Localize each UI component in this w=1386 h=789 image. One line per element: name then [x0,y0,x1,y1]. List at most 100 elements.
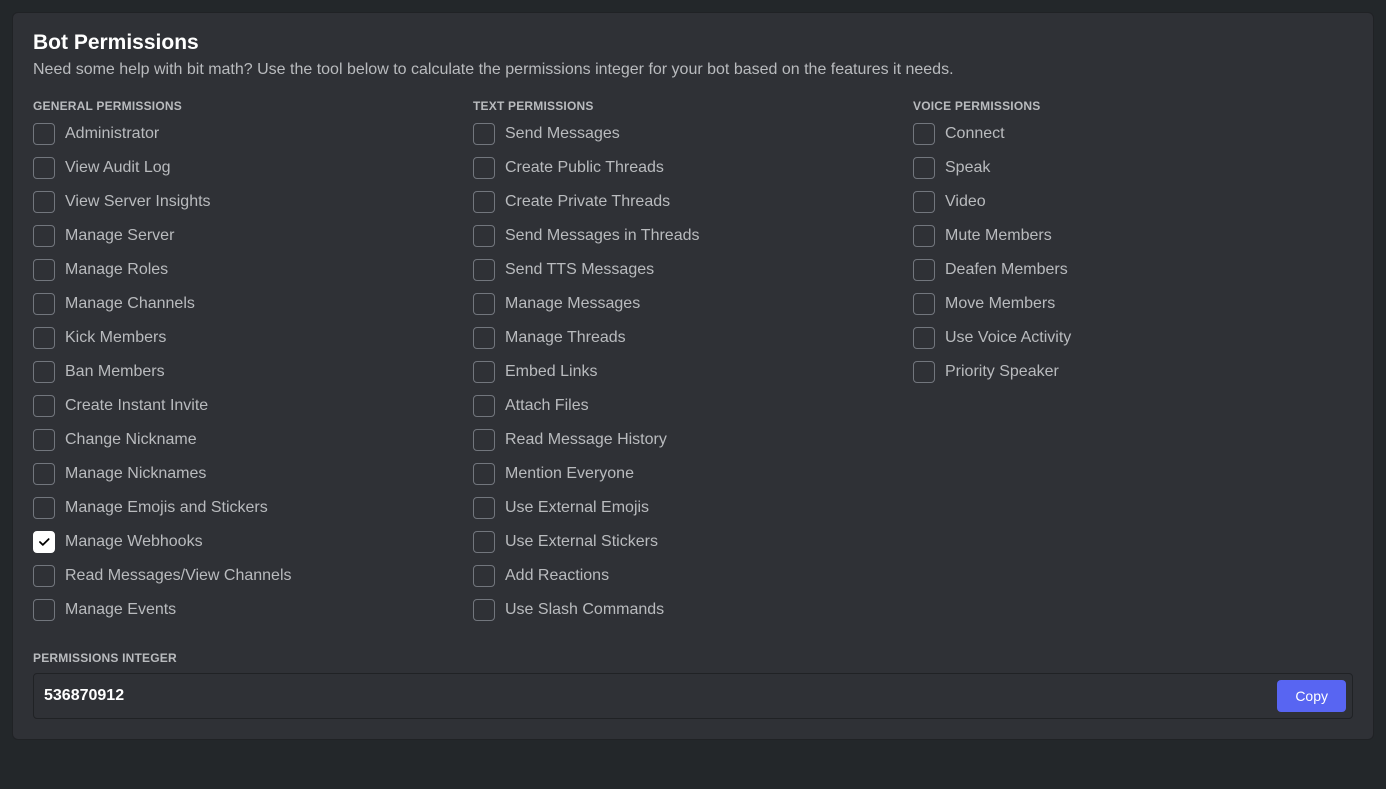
permission-option-deafen-members[interactable]: Deafen Members [913,259,1353,281]
checkbox-use-slash-commands[interactable] [473,599,495,621]
permission-option-attach-files[interactable]: Attach Files [473,395,913,417]
permission-option-embed-links[interactable]: Embed Links [473,361,913,383]
permission-label: Create Instant Invite [65,397,208,415]
permission-option-kick-members[interactable]: Kick Members [33,327,473,349]
permission-option-create-private-threads[interactable]: Create Private Threads [473,191,913,213]
checkbox-deafen-members[interactable] [913,259,935,281]
copy-button[interactable]: Copy [1277,680,1346,712]
checkbox-speak[interactable] [913,157,935,179]
checkbox-create-instant-invite[interactable] [33,395,55,417]
checkbox-kick-members[interactable] [33,327,55,349]
checkbox-send-messages-in-threads[interactable] [473,225,495,247]
permission-label: Manage Emojis and Stickers [65,499,268,517]
permission-option-view-audit-log[interactable]: View Audit Log [33,157,473,179]
checkbox-priority-speaker[interactable] [913,361,935,383]
permission-option-video[interactable]: Video [913,191,1353,213]
permission-label: Manage Threads [505,329,626,347]
checkbox-attach-files[interactable] [473,395,495,417]
permission-option-use-external-emojis[interactable]: Use External Emojis [473,497,913,519]
permission-label: Create Public Threads [505,159,664,177]
permission-option-create-instant-invite[interactable]: Create Instant Invite [33,395,473,417]
permission-option-read-messages-view-channels[interactable]: Read Messages/View Channels [33,565,473,587]
permission-option-use-external-stickers[interactable]: Use External Stickers [473,531,913,553]
checkbox-mute-members[interactable] [913,225,935,247]
checkbox-manage-webhooks[interactable] [33,531,55,553]
permission-label: Administrator [65,125,159,143]
permission-label: Manage Messages [505,295,640,313]
checkbox-move-members[interactable] [913,293,935,315]
permission-option-administrator[interactable]: Administrator [33,123,473,145]
permission-option-read-message-history[interactable]: Read Message History [473,429,913,451]
checkbox-manage-threads[interactable] [473,327,495,349]
checkbox-manage-events[interactable] [33,599,55,621]
permission-label: Ban Members [65,363,165,381]
permission-option-manage-events[interactable]: Manage Events [33,599,473,621]
checkbox-manage-emojis-and-stickers[interactable] [33,497,55,519]
permission-option-mute-members[interactable]: Mute Members [913,225,1353,247]
permission-option-use-voice-activity[interactable]: Use Voice Activity [913,327,1353,349]
checkbox-change-nickname[interactable] [33,429,55,451]
permission-label: Speak [945,159,990,177]
permission-option-manage-channels[interactable]: Manage Channels [33,293,473,315]
permission-option-manage-webhooks[interactable]: Manage Webhooks [33,531,473,553]
checkbox-use-voice-activity[interactable] [913,327,935,349]
permission-option-add-reactions[interactable]: Add Reactions [473,565,913,587]
permission-option-send-messages-in-threads[interactable]: Send Messages in Threads [473,225,913,247]
permission-option-manage-emojis-and-stickers[interactable]: Manage Emojis and Stickers [33,497,473,519]
permission-option-manage-server[interactable]: Manage Server [33,225,473,247]
permission-option-manage-threads[interactable]: Manage Threads [473,327,913,349]
checkbox-create-public-threads[interactable] [473,157,495,179]
checkbox-use-external-stickers[interactable] [473,531,495,553]
permission-option-use-slash-commands[interactable]: Use Slash Commands [473,599,913,621]
checkbox-ban-members[interactable] [33,361,55,383]
permission-option-ban-members[interactable]: Ban Members [33,361,473,383]
permission-option-change-nickname[interactable]: Change Nickname [33,429,473,451]
checkbox-manage-nicknames[interactable] [33,463,55,485]
permission-option-move-members[interactable]: Move Members [913,293,1353,315]
checkbox-administrator[interactable] [33,123,55,145]
checkbox-read-message-history[interactable] [473,429,495,451]
permission-option-send-tts-messages[interactable]: Send TTS Messages [473,259,913,281]
checkbox-connect[interactable] [913,123,935,145]
text-permissions-column: TEXT PERMISSIONS Send MessagesCreate Pub… [473,99,913,633]
check-icon [37,535,51,549]
checkbox-embed-links[interactable] [473,361,495,383]
permission-option-view-server-insights[interactable]: View Server Insights [33,191,473,213]
checkbox-manage-channels[interactable] [33,293,55,315]
general-permissions-column: GENERAL PERMISSIONS AdministratorView Au… [33,99,473,633]
permission-label: Connect [945,125,1005,143]
checkbox-create-private-threads[interactable] [473,191,495,213]
permission-option-manage-nicknames[interactable]: Manage Nicknames [33,463,473,485]
permission-option-connect[interactable]: Connect [913,123,1353,145]
permission-label: Send Messages [505,125,620,143]
checkbox-video[interactable] [913,191,935,213]
checkbox-view-server-insights[interactable] [33,191,55,213]
checkbox-manage-server[interactable] [33,225,55,247]
checkbox-view-audit-log[interactable] [33,157,55,179]
panel-title: Bot Permissions [33,31,1353,55]
checkbox-send-tts-messages[interactable] [473,259,495,281]
permission-option-create-public-threads[interactable]: Create Public Threads [473,157,913,179]
permissions-integer-input[interactable] [44,687,1277,705]
checkbox-manage-messages[interactable] [473,293,495,315]
permission-option-manage-messages[interactable]: Manage Messages [473,293,913,315]
checkbox-use-external-emojis[interactable] [473,497,495,519]
permissions-integer-label: PERMISSIONS INTEGER [33,651,1353,665]
permission-option-manage-roles[interactable]: Manage Roles [33,259,473,281]
permission-option-priority-speaker[interactable]: Priority Speaker [913,361,1353,383]
checkbox-read-messages-view-channels[interactable] [33,565,55,587]
permission-option-mention-everyone[interactable]: Mention Everyone [473,463,913,485]
permission-option-send-messages[interactable]: Send Messages [473,123,913,145]
checkbox-mention-everyone[interactable] [473,463,495,485]
permission-label: Manage Roles [65,261,168,279]
checkbox-add-reactions[interactable] [473,565,495,587]
permission-label: Kick Members [65,329,166,347]
panel-description: Need some help with bit math? Use the to… [33,61,1353,79]
checkbox-manage-roles[interactable] [33,259,55,281]
permission-label: Read Messages/View Channels [65,567,292,585]
permission-label: Use Voice Activity [945,329,1071,347]
permission-label: Mute Members [945,227,1052,245]
permission-option-speak[interactable]: Speak [913,157,1353,179]
checkbox-send-messages[interactable] [473,123,495,145]
permission-label: Change Nickname [65,431,197,449]
